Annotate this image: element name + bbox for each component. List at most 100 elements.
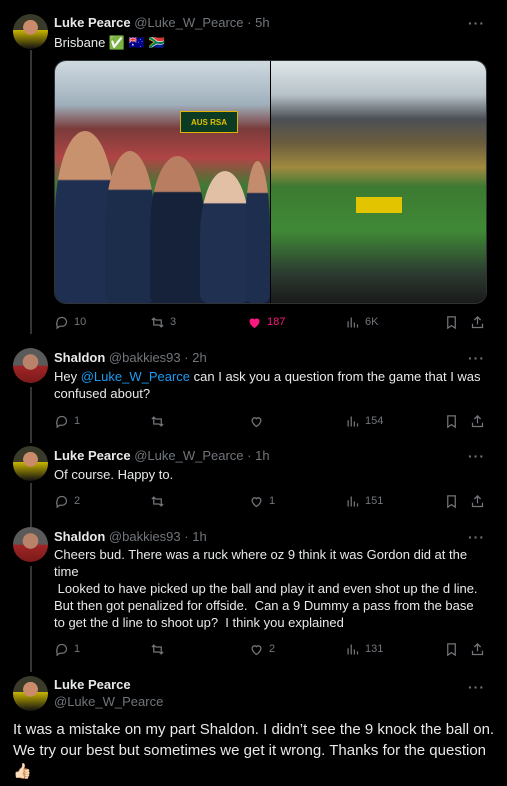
like-button[interactable]: 187: [247, 312, 285, 332]
avatar[interactable]: [13, 527, 48, 562]
share-icon: [471, 642, 484, 655]
share-icon: [471, 315, 484, 328]
retweet-icon: [151, 643, 164, 655]
reply-button[interactable]: 1: [54, 411, 80, 431]
retweet-button[interactable]: [150, 411, 165, 431]
tweet-header: Luke Pearce @Luke_W_Pearce · 5h: [54, 15, 270, 30]
heart-icon: [251, 496, 262, 507]
avatar[interactable]: [13, 676, 48, 711]
view-count: 6K: [365, 316, 379, 328]
author-handle[interactable]: @bakkies93: [109, 350, 181, 365]
views-button[interactable]: 154: [345, 411, 383, 431]
bookmark-button[interactable]: [444, 411, 459, 431]
author-handle[interactable]: @Luke_W_Pearce: [54, 694, 163, 709]
author-name[interactable]: Shaldon: [54, 350, 105, 365]
view-count: 151: [365, 495, 384, 507]
author-handle[interactable]: @Luke_W_Pearce: [134, 448, 243, 463]
thread-line: [30, 566, 32, 672]
timestamp[interactable]: · 1h: [247, 448, 269, 463]
views-button[interactable]: 6K: [345, 312, 378, 332]
bookmark-button[interactable]: [444, 312, 459, 332]
timestamp[interactable]: · 2h: [184, 350, 206, 365]
mention-link[interactable]: @Luke_W_Pearce: [81, 369, 190, 384]
author-name[interactable]: Luke Pearce: [54, 15, 131, 30]
reply-count: 10: [74, 316, 87, 328]
timestamp[interactable]: · 5h: [247, 15, 269, 30]
tweet-text: Brisbane ✅ 🇦🇺 🇿🇦: [54, 35, 165, 50]
text-line: Cheers bud. There was a ruck where oz 9 …: [54, 547, 468, 579]
tweet-text: Of course. Happy to.: [54, 467, 174, 482]
author-name[interactable]: Shaldon: [54, 529, 105, 544]
author-handle[interactable]: @Luke_W_Pearce: [134, 15, 243, 30]
tweet-actions: 1 2 131: [54, 639, 488, 659]
reply-button[interactable]: 10: [54, 312, 86, 332]
timestamp[interactable]: · 1h: [184, 529, 206, 544]
like-button[interactable]: 1: [249, 491, 275, 511]
retweet-button[interactable]: [150, 491, 165, 511]
heart-icon: [251, 644, 262, 655]
view-count: 131: [365, 643, 384, 655]
more-options-icon[interactable]: ···: [468, 448, 485, 464]
like-button[interactable]: 2: [249, 639, 275, 659]
like-count: 1: [269, 495, 276, 507]
retweet-icon: [151, 495, 164, 507]
thread-line: [30, 387, 32, 443]
share-button[interactable]: [470, 491, 485, 511]
share-button[interactable]: [470, 312, 485, 332]
reply-count: 1: [74, 415, 81, 427]
author-name[interactable]: Luke Pearce: [54, 448, 131, 463]
like-button[interactable]: [249, 411, 264, 431]
reply-icon: [56, 415, 68, 428]
views-button[interactable]: 151: [345, 491, 383, 511]
views-icon: [347, 496, 359, 506]
avatar[interactable]: [13, 348, 48, 383]
retweet-button[interactable]: [150, 639, 165, 659]
tweet-header: Luke Pearce @Luke_W_Pearce: [54, 677, 163, 709]
share-icon: [471, 414, 484, 427]
more-options-icon[interactable]: ···: [468, 529, 485, 545]
heart-icon: [251, 416, 262, 427]
tweet-text: Cheers bud. There was a ruck where oz 9 …: [54, 546, 484, 631]
bookmark-button[interactable]: [444, 639, 459, 659]
share-button[interactable]: [470, 411, 485, 431]
avatar[interactable]: [13, 446, 48, 481]
tweet-actions: 10 3 187 6K: [54, 312, 488, 332]
more-options-icon[interactable]: ···: [468, 15, 485, 31]
reply-count: 1: [74, 643, 81, 655]
more-options-icon[interactable]: ···: [468, 350, 485, 366]
thread-line: [30, 483, 32, 527]
reply-icon: [56, 316, 68, 329]
bookmark-button[interactable]: [444, 491, 459, 511]
bookmark-icon: [447, 642, 456, 656]
thread-line: [30, 50, 32, 334]
reply-button[interactable]: 1: [54, 639, 80, 659]
more-options-icon[interactable]: ···: [468, 679, 485, 695]
photo-selfie[interactable]: AUS RSA: [55, 61, 270, 303]
author-name[interactable]: Luke Pearce: [54, 677, 163, 692]
scoreboard-sign: AUS RSA: [180, 111, 238, 133]
reply-count: 2: [74, 495, 81, 507]
share-button[interactable]: [470, 639, 485, 659]
tweet-header: Luke Pearce @Luke_W_Pearce · 1h: [54, 448, 270, 463]
share-icon: [471, 494, 484, 507]
author-handle[interactable]: @bakkies93: [109, 529, 181, 544]
views-icon: [347, 317, 359, 327]
field-flag: [356, 197, 402, 213]
retweet-count: 3: [170, 316, 177, 328]
avatar[interactable]: [13, 14, 48, 49]
person: [105, 151, 155, 303]
photo-stadium[interactable]: [271, 61, 486, 303]
heart-filled-icon: [249, 317, 260, 328]
tweet-media[interactable]: AUS RSA: [54, 60, 487, 304]
like-count: 2: [269, 643, 276, 655]
person: [245, 161, 270, 303]
retweet-button[interactable]: 3: [150, 312, 176, 332]
person: [200, 171, 250, 303]
views-button[interactable]: 131: [345, 639, 383, 659]
retweet-icon: [151, 316, 164, 328]
bookmark-icon: [447, 315, 456, 329]
bookmark-icon: [447, 494, 456, 508]
like-count: 187: [267, 316, 286, 328]
tweet-header: Shaldon @bakkies93 · 2h: [54, 350, 207, 365]
reply-button[interactable]: 2: [54, 491, 80, 511]
